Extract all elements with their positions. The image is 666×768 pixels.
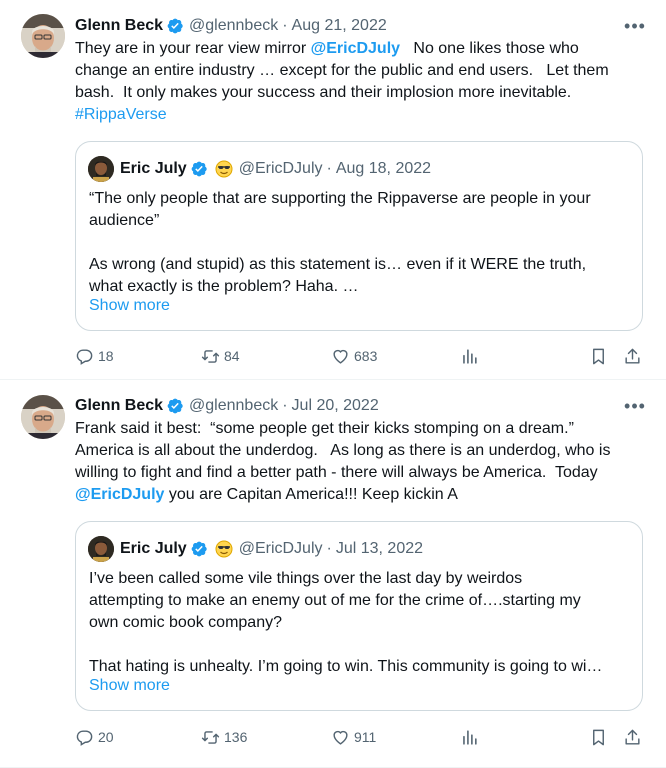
quoted-text-line: I’ve been called some vile things over t… (89, 570, 523, 587)
quoted-tweet-date: Aug 18, 2022 (335, 160, 432, 177)
quoted-text-line: what exactly is the problem? Haha. … (89, 278, 359, 295)
author-name[interactable]: Glenn Beck (75, 17, 163, 35)
more-icon[interactable]: ••• (624, 15, 646, 37)
quoted-tweet-header: Eric July @EricDJuly · Aug 18, 2022 (88, 155, 431, 183)
tweet-date[interactable]: Jul 20, 2022 (292, 397, 379, 415)
tweet-text-line: America is all about the underdog. As lo… (75, 442, 611, 459)
verified-badge-icon (190, 160, 208, 178)
retweet-count: 136 (224, 729, 248, 745)
separator-dot: · (282, 397, 288, 414)
share-button[interactable] (623, 345, 646, 367)
separator-dot: · (326, 540, 332, 557)
tweet-text-line: They are in your rear view mirror (75, 40, 311, 57)
quoted-text-line: “The only people that are supporting the… (89, 190, 591, 207)
reply-button[interactable]: 20 (75, 726, 114, 748)
quoted-author-handle: @EricDJuly (238, 160, 323, 177)
tweet-header: Glenn Beck @glennbeck · Aug 21, 2022 (75, 15, 387, 37)
avatar[interactable] (88, 536, 114, 562)
author-handle[interactable]: @glennbeck (189, 397, 278, 415)
quoted-tweet-header: Eric July @EricDJuly · Jul 13, 2022 (88, 535, 423, 563)
quoted-tweet-text: “The only people that are supporting the… (89, 188, 629, 298)
quoted-tweet-date: Jul 13, 2022 (335, 540, 424, 557)
share-icon (623, 347, 642, 366)
share-button[interactable] (623, 726, 646, 748)
mention-link[interactable]: @EricDJuly (75, 486, 164, 503)
tweet-text-line: Frank said it best: “some people get the… (75, 420, 574, 437)
retweet-button[interactable]: 84 (201, 345, 240, 367)
bookmark-icon (589, 728, 608, 747)
hashtag-link[interactable]: #RippaVerse (75, 106, 167, 123)
quoted-author-name: Eric July (120, 540, 187, 557)
retweet-count: 84 (224, 348, 240, 364)
like-count: 911 (354, 729, 377, 745)
reply-icon (75, 728, 94, 747)
views-button[interactable] (460, 345, 483, 367)
tweet-text-line: change an entire industry … except for t… (75, 62, 609, 79)
emoji-icon (214, 539, 234, 559)
tweet-text: Frank said it best: “some people get the… (75, 418, 645, 506)
verified-badge-icon (166, 17, 184, 35)
quoted-author-name: Eric July (120, 160, 187, 177)
emoji-icon (214, 159, 234, 179)
separator-dot: · (326, 160, 332, 177)
tweet-text: They are in your rear view mirror @EricD… (75, 38, 645, 126)
verified-badge-icon (166, 397, 184, 415)
like-button[interactable]: 911 (331, 726, 376, 748)
tweet-actions: 20 136 911 (75, 726, 645, 748)
mention-link[interactable]: @EricDJuly (311, 40, 400, 57)
tweet-text-line: bash. It only makes your success and the… (75, 84, 572, 101)
more-icon[interactable]: ••• (624, 395, 646, 417)
tweet[interactable]: Glenn Beck @glennbeck · Aug 21, 2022 •••… (0, 0, 666, 380)
like-button[interactable]: 683 (331, 345, 377, 367)
separator-dot: · (282, 17, 288, 34)
reply-icon (75, 347, 94, 366)
tweet-text-line: No one likes those who (400, 40, 579, 57)
quoted-text-line: As wrong (and stupid) as this statement … (89, 256, 587, 273)
bookmark-button[interactable] (589, 726, 612, 748)
avatar[interactable] (21, 14, 65, 58)
bookmark-button[interactable] (589, 345, 612, 367)
quoted-tweet[interactable]: Eric July @EricDJuly · Jul 13, 2022 I’ve… (75, 521, 643, 711)
heart-icon (331, 347, 350, 366)
heart-icon (331, 728, 350, 747)
quoted-tweet-text: I’ve been called some vile things over t… (89, 568, 629, 678)
author-name[interactable]: Glenn Beck (75, 397, 163, 415)
retweet-button[interactable]: 136 (201, 726, 247, 748)
tweet[interactable]: Glenn Beck @glennbeck · Jul 20, 2022 •••… (0, 381, 666, 768)
views-icon (460, 347, 479, 366)
quoted-text-line: own comic book company? (89, 614, 282, 631)
tweet-header: Glenn Beck @glennbeck · Jul 20, 2022 (75, 395, 379, 417)
show-more-link[interactable]: Show more (89, 677, 170, 695)
share-icon (623, 728, 642, 747)
like-count: 683 (354, 348, 378, 364)
quoted-text-line: audience” (89, 212, 160, 229)
quoted-author-handle: @EricDJuly (238, 540, 323, 557)
retweet-icon (201, 728, 220, 747)
quoted-text-line: That hating is unhealty. I’m going to wi… (89, 658, 603, 675)
author-handle[interactable]: @glennbeck (189, 17, 278, 35)
views-button[interactable] (460, 726, 483, 748)
tweet-text-line: willing to fight and find a better path … (75, 464, 598, 481)
reply-button[interactable]: 18 (75, 345, 114, 367)
tweet-date[interactable]: Aug 21, 2022 (292, 17, 387, 35)
tweet-text-line: you are Capitan America!!! Keep kickin A (164, 486, 458, 503)
quoted-tweet[interactable]: Eric July @EricDJuly · Aug 18, 2022 “The… (75, 141, 643, 331)
show-more-link[interactable]: Show more (89, 297, 170, 315)
tweet-actions: 18 84 683 (75, 345, 645, 367)
views-icon (460, 728, 479, 747)
reply-count: 20 (98, 729, 114, 745)
avatar[interactable] (88, 156, 114, 182)
avatar[interactable] (21, 395, 65, 439)
quoted-text-line: attempting to make an enemy out of me fo… (89, 592, 581, 609)
reply-count: 18 (98, 348, 114, 364)
verified-badge-icon (190, 540, 208, 558)
bookmark-icon (589, 347, 608, 366)
retweet-icon (201, 347, 220, 366)
